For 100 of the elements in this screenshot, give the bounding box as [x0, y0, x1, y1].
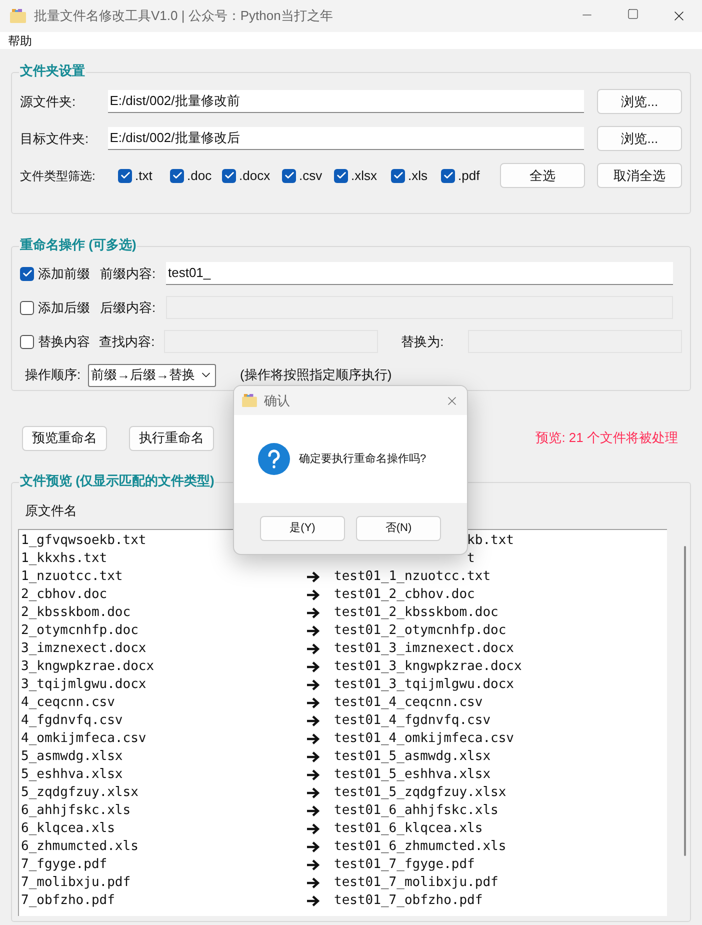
arrow-icon: [307, 733, 321, 745]
new-filename: test01_3_imznexect.docx: [334, 640, 514, 658]
original-filename: 5_zqdgfzuy.xlsx: [21, 784, 140, 802]
arrow-icon: [307, 895, 321, 907]
arrow-icon: [307, 841, 321, 853]
arrow-icon: [307, 751, 321, 763]
checkbox-label: .csv: [299, 166, 322, 185]
original-filename: 3_imznexect.docx: [21, 640, 148, 658]
arrow-icon: [307, 607, 321, 619]
push-button[interactable]: 浏览...: [597, 89, 682, 114]
new-filename: test01_7_obfzho.pdf: [334, 892, 483, 910]
new-filename: test01_5_zqdgfzuy.xlsx: [334, 784, 506, 802]
new-filename: test01_4_omkijmfeca.csv: [334, 730, 514, 748]
group-title: 文件预览 (仅显示匹配的文件类型): [19, 472, 216, 490]
original-filename: 4_ceqcnn.csv: [21, 694, 116, 712]
checkbox-label: .txt: [135, 166, 152, 185]
checkbox[interactable]: [222, 168, 236, 182]
original-filename: 4_omkijmfeca.csv: [21, 730, 148, 748]
input-field[interactable]: test01_: [166, 262, 673, 285]
new-filename: test01_4_ceqcnn.csv: [334, 694, 483, 712]
group-title: 文件夹设置: [19, 62, 86, 80]
arrow-icon: [307, 787, 321, 799]
check-icon: [392, 170, 404, 181]
checkbox[interactable]: [441, 168, 455, 182]
arrow-icon: [307, 859, 321, 871]
column-header: 原文件名: [25, 503, 77, 518]
original-filename: 6_zhmumcted.xls: [21, 838, 140, 856]
push-button[interactable]: 取消全选: [597, 163, 682, 188]
original-filename: 1_gfvqwsoekb.txt: [21, 532, 148, 550]
original-filename: 1_nzuotcc.txt: [21, 568, 124, 586]
checkbox[interactable]: [334, 168, 348, 182]
original-filename: 7_molibxju.pdf: [21, 874, 132, 892]
check-icon: [336, 170, 346, 181]
arrow-icon: [307, 643, 321, 655]
push-button[interactable]: 预览重命名: [22, 426, 107, 450]
group-title: 重命名操作 (可多选): [19, 236, 138, 254]
menu-item[interactable]: 帮助: [0, 32, 40, 50]
check-icon: [284, 170, 294, 181]
original-filename: 1_kkxhs.txt: [21, 550, 108, 568]
checkbox[interactable]: [20, 334, 34, 348]
window-title: 批量文件名修改工具V1.0 | 公众号：Python当打之年: [34, 7, 333, 26]
folder-icon: [242, 394, 257, 407]
new-filename: test01_1_nzuotcc.txt: [334, 568, 491, 586]
question-icon: [258, 443, 290, 475]
original-filename: 2_kbsskbom.doc: [21, 604, 132, 622]
new-filename: test01_7_molibxju.pdf: [334, 874, 498, 892]
input-field[interactable]: E:/dist/002/批量修改后: [108, 127, 584, 150]
check-icon: [172, 170, 182, 181]
field-label: 前缀内容:: [100, 264, 157, 283]
push-button[interactable]: 全选: [500, 163, 585, 188]
hint-text: (操作将按照指定顺序执行): [240, 366, 392, 384]
arrow-icon: [307, 679, 321, 691]
new-filename: test01_7_fgyge.pdf: [334, 856, 475, 874]
new-filename: test01_6_zhmumcted.xls: [334, 838, 506, 856]
checkbox[interactable]: [20, 266, 34, 280]
new-filename: test01_4_fgdnvfq.csv: [334, 712, 491, 730]
checkbox[interactable]: [20, 300, 34, 314]
check-icon: [22, 268, 32, 279]
new-filename: test01_6_ahhjfskc.xls: [334, 802, 498, 820]
checkbox-label: .docx: [239, 166, 270, 185]
input-field[interactable]: E:/dist/002/批量修改前: [108, 90, 584, 113]
push-button[interactable]: 浏览...: [597, 126, 682, 151]
checkbox-label: 添加前缀: [38, 264, 90, 283]
arrow-icon: [307, 571, 321, 583]
checkbox-label: 添加后缀: [38, 298, 90, 317]
arrow-icon: [307, 661, 321, 673]
push-button[interactable]: 执行重命名: [129, 426, 214, 450]
field-label: 替换为:: [401, 332, 445, 351]
new-filename: test01_5_asmwdg.xlsx: [334, 748, 491, 766]
field-label: 源文件夹:: [20, 92, 77, 111]
dialog-message: 确定要执行重命名操作吗?: [299, 452, 426, 467]
new-filename: test01_2_cbhov.doc: [334, 586, 475, 604]
new-filename: test01_5_eshhva.xlsx: [334, 766, 491, 784]
field-label: 目标文件夹:: [20, 130, 90, 148]
dialog-button[interactable]: 否(N): [356, 516, 441, 541]
arrow-icon: [307, 589, 321, 601]
original-filename: 2_cbhov.doc: [21, 586, 108, 604]
order-dropdown[interactable]: 前缀→后缀→替换: [88, 364, 216, 386]
field-label: 后缀内容:: [100, 298, 157, 317]
checkbox[interactable]: [391, 168, 405, 182]
check-icon: [442, 170, 454, 181]
checkbox[interactable]: [170, 168, 184, 182]
new-filename: test01_3_tqijmlgwu.docx: [334, 676, 514, 694]
new-filename: kb.txt: [466, 532, 514, 550]
arrow-icon: [307, 769, 321, 781]
arrow-icon: [307, 697, 321, 709]
new-filename: test01_2_otymcnhfp.doc: [334, 622, 506, 640]
original-filename: 2_otymcnhfp.doc: [21, 622, 140, 640]
checkbox[interactable]: [282, 168, 296, 182]
arrow-icon: [307, 805, 321, 817]
checkbox[interactable]: [118, 168, 132, 182]
original-filename: 7_obfzho.pdf: [21, 892, 116, 910]
new-filename: test01_3_kngwpkzrae.docx: [334, 658, 522, 676]
arrow-icon: [307, 823, 321, 835]
checkbox-label: .xlsx: [351, 166, 377, 185]
original-filename: 6_klqcea.xls: [21, 820, 116, 838]
field-label: 查找内容:: [99, 332, 156, 351]
new-filename: t: [466, 550, 475, 568]
original-filename: 7_fgyge.pdf: [21, 856, 108, 874]
dialog-button[interactable]: 是(Y): [260, 516, 345, 541]
